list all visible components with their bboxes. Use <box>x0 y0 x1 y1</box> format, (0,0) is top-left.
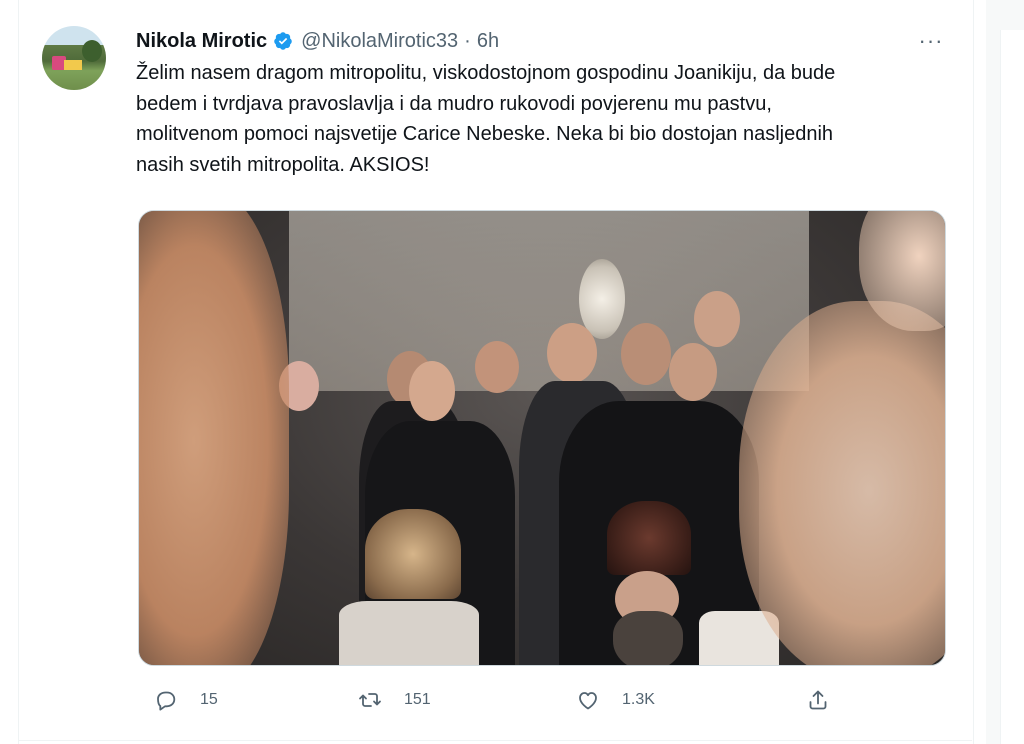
like-button[interactable]: 1.3K <box>576 680 655 720</box>
separator-dot: · <box>464 29 471 52</box>
tweet-header: Nikola Mirotic @NikolaMirotic33 · 6h <box>136 28 499 54</box>
right-sidebar-edge <box>986 0 1024 744</box>
like-count: 1.3K <box>622 691 655 708</box>
author-name[interactable]: Nikola Mirotic <box>136 30 267 53</box>
page: Nikola Mirotic @NikolaMirotic33 · 6h ···… <box>0 0 1024 744</box>
like-icon <box>579 692 597 710</box>
reply-icon <box>157 691 176 711</box>
tweet-timestamp[interactable]: 6h <box>477 30 499 53</box>
retweet-count: 151 <box>404 691 431 708</box>
retweet-icon <box>359 693 381 707</box>
verified-badge-icon <box>274 32 292 50</box>
divider <box>18 740 972 741</box>
avatar[interactable] <box>42 26 106 90</box>
share-icon <box>809 690 827 710</box>
tweet[interactable]: Nikola Mirotic @NikolaMirotic33 · 6h ···… <box>18 0 972 744</box>
more-icon[interactable]: ··· <box>914 26 948 56</box>
tweet-photo[interactable] <box>138 210 946 666</box>
share-button[interactable] <box>806 680 830 720</box>
reply-button[interactable]: 15 <box>154 680 218 720</box>
tweet-text: Želim nasem dragom mitropolitu, viskodos… <box>136 62 836 176</box>
tweet-actions: 15 151 1.3K <box>136 680 956 720</box>
retweet-button[interactable]: 151 <box>358 680 431 720</box>
reply-count: 15 <box>200 691 218 708</box>
author-handle[interactable]: @NikolaMirotic33 <box>301 30 458 53</box>
